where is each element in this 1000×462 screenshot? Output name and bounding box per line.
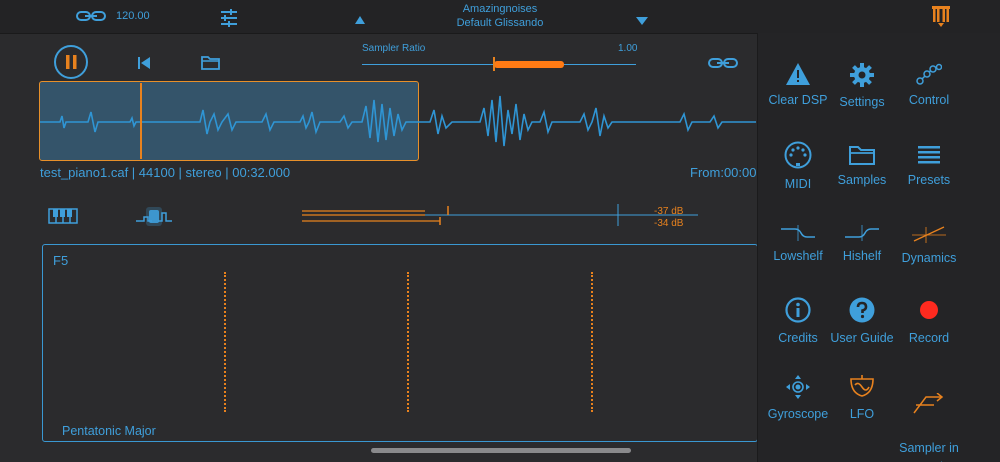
menu-item-label: Control	[908, 93, 950, 107]
open-file-button[interactable]	[201, 55, 220, 75]
sampler-ratio-label: Sampler Ratio	[362, 43, 426, 54]
menu-item-label: LFO	[849, 407, 875, 421]
menu-item-label: Record	[908, 331, 950, 345]
list-icon	[918, 146, 940, 164]
pause-icon	[66, 55, 77, 69]
record-icon	[920, 301, 938, 319]
waveform-display[interactable]	[0, 80, 760, 162]
info-icon	[785, 297, 811, 323]
side-menu-panel: Clear DSP Settings Control MIDI Samples …	[757, 33, 1000, 462]
menu-item-label: MIDI	[784, 177, 812, 191]
sample-file-info: test_piano1.caf | 44100 | stereo | 00:32…	[40, 165, 291, 180]
preset-prev-arrow-icon[interactable]	[355, 11, 365, 29]
skip-back-icon	[138, 57, 150, 69]
menu-item-label: Lowshelf	[773, 249, 823, 263]
gyroscope-icon	[786, 375, 810, 399]
glissando-mode-icon[interactable]	[136, 207, 172, 232]
gear-icon	[850, 63, 874, 87]
sampler-ratio-slider-fill	[494, 61, 564, 68]
pause-button[interactable]	[54, 45, 88, 79]
menu-item-label: Gyroscope	[767, 407, 829, 421]
menu-item-label: Dynamics	[901, 251, 957, 265]
menu-item-label: Hishelf	[842, 249, 882, 263]
sampler-ratio-slider[interactable]	[362, 57, 636, 71]
link-icon[interactable]	[76, 9, 106, 28]
meter-db-top: -37 dB	[654, 206, 684, 217]
sampler-presets-icon	[913, 393, 944, 414]
folder-icon	[201, 56, 220, 70]
playhead[interactable]	[140, 83, 142, 159]
menu-item-control[interactable]: Control	[889, 63, 969, 109]
folder-icon	[849, 146, 875, 165]
menu-item-label: Credits	[778, 331, 818, 345]
menu-item-label: Settings	[839, 95, 885, 109]
menu-item-presets[interactable]: Presets	[889, 145, 969, 189]
tempo-value[interactable]: 120.00	[116, 10, 150, 22]
sampler-ratio-value: 1.00	[618, 43, 638, 54]
rewind-button[interactable]	[138, 56, 150, 74]
hishelf-icon	[845, 225, 879, 241]
menu-item-label: Presets	[907, 173, 951, 187]
preset-name-display[interactable]: Amazingnoises Default Glissando	[420, 3, 580, 29]
preset-next-arrow-icon[interactable]	[636, 12, 648, 30]
lfo-icon	[850, 375, 874, 397]
current-note-label: F5	[53, 253, 69, 268]
mixer-sliders-icon[interactable]	[220, 9, 238, 32]
dynamics-icon	[912, 226, 946, 243]
menu-item-label: Sampler in presets	[899, 441, 959, 462]
preset-author: Amazingnoises	[462, 3, 538, 15]
menu-item-label: Samples	[837, 173, 887, 187]
menu-item-label: Clear DSP	[768, 93, 828, 107]
home-indicator	[371, 448, 631, 453]
glissando-keyboard[interactable]: F5 Pentatonic Major	[42, 244, 758, 442]
key-divider	[224, 272, 226, 412]
meter-db-bottom: -34 dB	[654, 218, 684, 229]
nodes-icon	[916, 63, 942, 85]
menu-item-dynamics[interactable]: Dynamics	[889, 225, 969, 267]
menu-item-label: User Guide	[830, 331, 894, 345]
midi-icon	[784, 141, 812, 169]
menu-toggle-icon[interactable]	[932, 6, 950, 33]
menu-item-sampler-in-presets[interactable]: Sampler in presets	[889, 375, 969, 462]
help-icon	[849, 297, 875, 323]
sampler-ratio-slider-thumb[interactable]	[493, 57, 495, 71]
preset-name: Default Glissando	[456, 17, 544, 29]
from-time-label: From:00:00	[690, 165, 757, 180]
keyboard-mode-icon[interactable]	[48, 208, 78, 229]
output-level-meters	[302, 204, 698, 226]
menu-item-record[interactable]: Record	[889, 297, 969, 347]
sync-link-icon[interactable]	[708, 56, 738, 74]
key-divider	[407, 272, 409, 412]
key-divider	[591, 272, 593, 412]
top-bar: 120.00 Amazingnoises Default Glissando	[0, 0, 1000, 34]
scale-name-label: Pentatonic Major	[62, 424, 156, 438]
warning-icon	[786, 63, 810, 85]
lowshelf-icon	[781, 225, 815, 241]
